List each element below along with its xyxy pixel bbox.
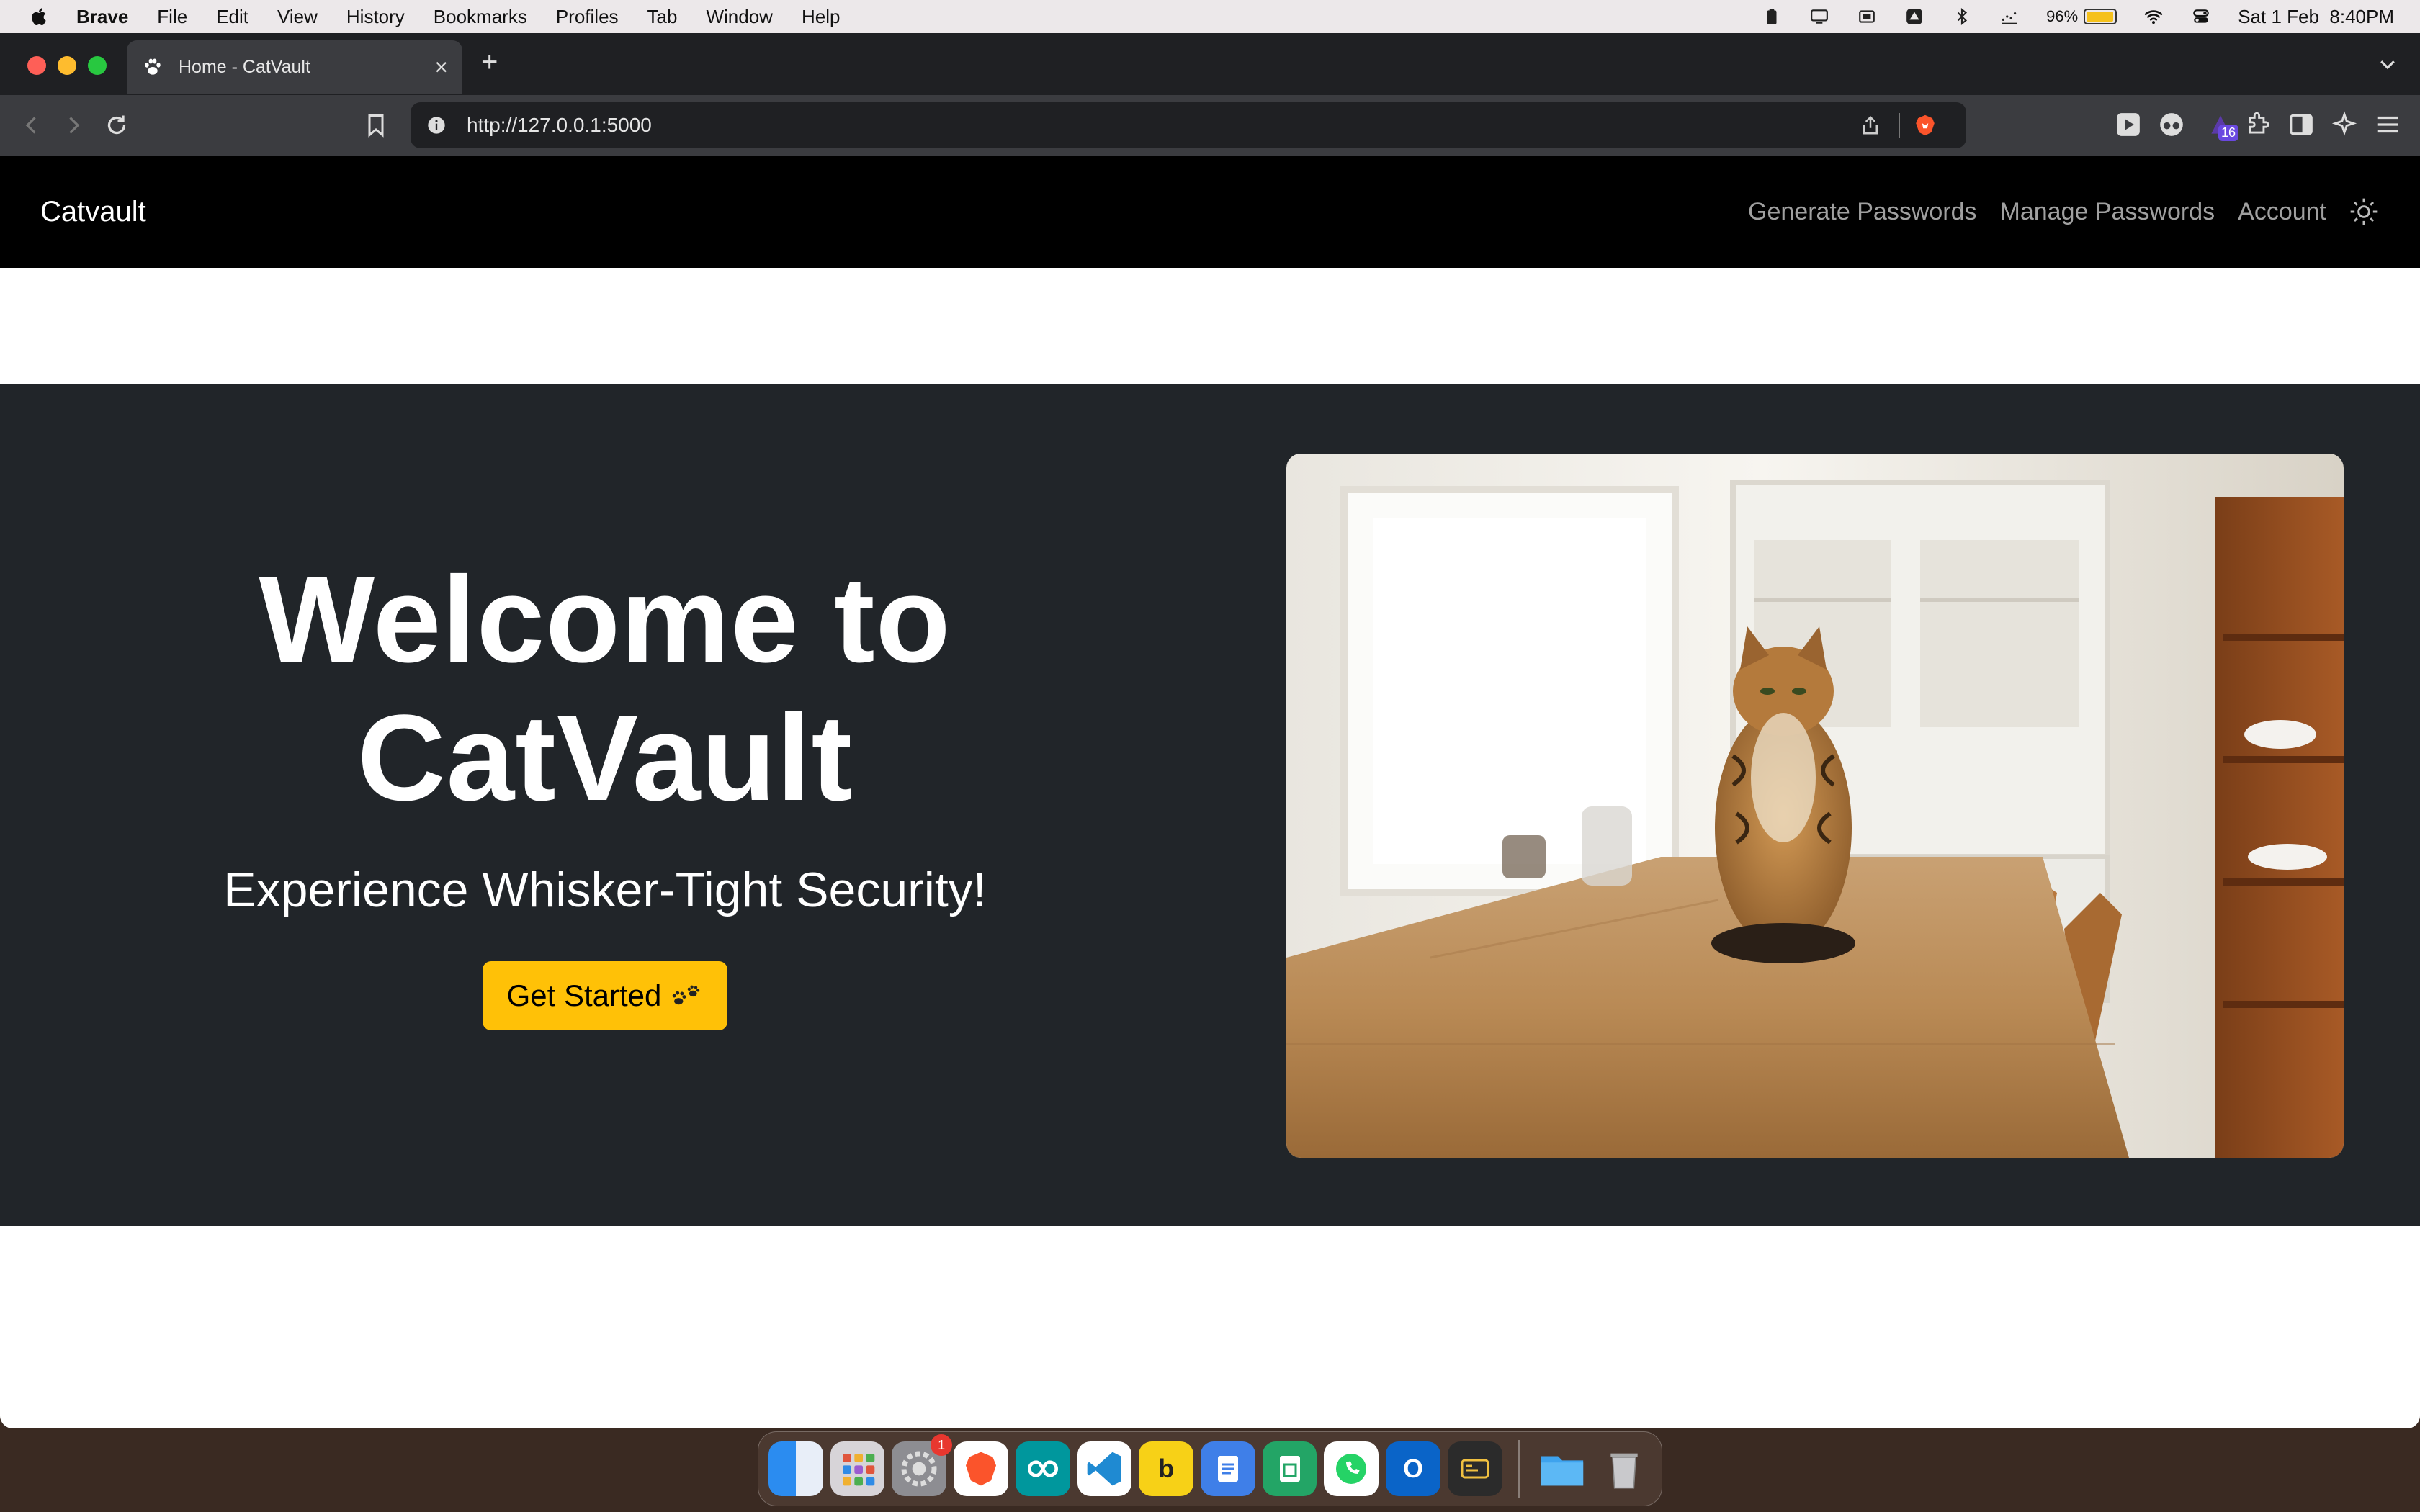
menu-view[interactable]: View bbox=[277, 6, 318, 28]
wifi-icon[interactable] bbox=[2143, 7, 2164, 26]
google-sheets-icon[interactable] bbox=[1262, 1441, 1317, 1496]
close-window-button[interactable] bbox=[27, 56, 46, 75]
hero-title: Welcome to CatVault bbox=[259, 551, 951, 827]
web-page: Catvault Generate Passwords Manage Passw… bbox=[0, 156, 2420, 1428]
menu-help[interactable]: Help bbox=[802, 6, 840, 28]
menubar-status-area: 96% Sat 1 Feb 8:40PM bbox=[1761, 0, 2394, 33]
outlook-icon[interactable]: O bbox=[1386, 1441, 1440, 1496]
google-drive-icon[interactable] bbox=[1904, 7, 1925, 26]
tab-home-catvault[interactable]: Home - CatVault × bbox=[127, 40, 462, 94]
browser-window: Home - CatVault × + http://127.0.0.1:500… bbox=[0, 33, 2420, 1428]
arduino-icon[interactable] bbox=[1015, 1441, 1070, 1496]
bookmark-icon[interactable] bbox=[363, 112, 389, 138]
media-extension-icon[interactable] bbox=[2115, 111, 2142, 138]
site-info-icon[interactable] bbox=[426, 115, 447, 135]
bluetooth-icon[interactable] bbox=[1951, 7, 1973, 26]
reload-icon[interactable] bbox=[104, 112, 130, 138]
theme-toggle-sun-icon[interactable] bbox=[2348, 196, 2380, 228]
incognito-extension-icon[interactable] bbox=[2158, 111, 2185, 138]
apple-menu-icon[interactable] bbox=[29, 6, 50, 27]
macos-menubar: Brave File Edit View History Bookmarks P… bbox=[0, 0, 2420, 33]
menu-window[interactable]: Window bbox=[706, 6, 772, 28]
trash-icon[interactable] bbox=[1597, 1441, 1652, 1496]
window-switcher-icon[interactable] bbox=[1856, 7, 1878, 26]
nav-manage-passwords[interactable]: Manage Passwords bbox=[2000, 198, 2215, 226]
folder-icon[interactable] bbox=[1536, 1441, 1590, 1496]
paw-favicon-icon bbox=[145, 58, 161, 75]
share-icon[interactable] bbox=[1860, 113, 1881, 138]
extension-badge: 16 bbox=[2218, 125, 2238, 141]
display-icon[interactable] bbox=[1809, 7, 1830, 26]
address-bar[interactable]: http://127.0.0.1:5000 bbox=[411, 102, 1966, 148]
sidebar-toggle-icon[interactable] bbox=[2287, 111, 2315, 138]
nav-account[interactable]: Account bbox=[2238, 198, 2326, 226]
brave-icon[interactable] bbox=[954, 1441, 1008, 1496]
menu-tab[interactable]: Tab bbox=[647, 6, 678, 28]
window-controls bbox=[27, 56, 107, 75]
wizard-extension-icon[interactable]: 16 bbox=[2207, 111, 2238, 141]
menu-file[interactable]: File bbox=[157, 6, 187, 28]
hero-title-line2: CatVault bbox=[357, 690, 853, 827]
macos-dock: 1 b O bbox=[758, 1431, 1662, 1506]
menu-history[interactable]: History bbox=[346, 6, 405, 28]
hamburger-menu-icon[interactable] bbox=[2374, 111, 2401, 138]
launchpad-icon[interactable] bbox=[830, 1441, 885, 1496]
site-brand[interactable]: Catvault bbox=[40, 196, 146, 228]
tab-search-chevron-icon[interactable] bbox=[2377, 53, 2398, 75]
hero-title-line1: Welcome to bbox=[259, 552, 951, 688]
vscode-icon[interactable] bbox=[1077, 1441, 1132, 1496]
url-text[interactable]: http://127.0.0.1:5000 bbox=[467, 114, 1860, 137]
menu-profiles[interactable]: Profiles bbox=[556, 6, 619, 28]
close-tab-icon[interactable]: × bbox=[434, 54, 448, 81]
control-center-icon[interactable] bbox=[2190, 7, 2212, 26]
battery-percent: 96% bbox=[2046, 7, 2079, 25]
hero-cat-image bbox=[1286, 454, 2344, 1158]
browser-toolbar: http://127.0.0.1:5000 16 bbox=[0, 95, 2420, 156]
extensions-puzzle-icon[interactable] bbox=[2244, 111, 2272, 138]
dock-separator bbox=[1518, 1440, 1520, 1498]
battery-fill bbox=[2087, 12, 2113, 22]
terminal-icon[interactable] bbox=[1447, 1441, 1502, 1496]
finder-icon[interactable] bbox=[768, 1441, 823, 1496]
menu-edit[interactable]: Edit bbox=[216, 6, 248, 28]
bing-icon[interactable]: b bbox=[1139, 1441, 1194, 1496]
back-icon[interactable] bbox=[19, 112, 45, 138]
battery-indicator[interactable]: 96% bbox=[2046, 7, 2118, 26]
tab-bar: Home - CatVault × + bbox=[0, 33, 2420, 95]
system-settings-icon[interactable]: 1 bbox=[892, 1434, 953, 1496]
new-tab-icon[interactable]: + bbox=[481, 46, 498, 78]
minimize-window-button[interactable] bbox=[58, 56, 76, 75]
activity-icon[interactable] bbox=[1999, 7, 2020, 26]
get-started-label: Get Started bbox=[506, 978, 662, 1012]
hero-section: Welcome to CatVault Experience Whisker-T… bbox=[0, 384, 2420, 1226]
hero-subtitle: Experience Whisker-Tight Security! bbox=[223, 863, 987, 917]
get-started-button[interactable]: Get Started bbox=[482, 961, 728, 1030]
google-docs-icon[interactable] bbox=[1201, 1441, 1255, 1496]
menu-bookmarks[interactable]: Bookmarks bbox=[434, 6, 527, 28]
leo-ai-icon[interactable] bbox=[2331, 111, 2358, 138]
menu-app-name[interactable]: Brave bbox=[76, 6, 128, 28]
nav-generate-passwords[interactable]: Generate Passwords bbox=[1748, 198, 1977, 226]
tab-title: Home - CatVault bbox=[179, 56, 310, 77]
settings-badge: 1 bbox=[931, 1434, 953, 1456]
address-bar-divider bbox=[1899, 113, 1900, 138]
battery-icon bbox=[2084, 9, 2118, 24]
forward-icon[interactable] bbox=[60, 112, 86, 138]
clipboard-icon[interactable] bbox=[1761, 7, 1783, 26]
paw-prints-icon bbox=[673, 985, 700, 1005]
menubar-clock[interactable]: Sat 1 Feb 8:40PM bbox=[2238, 6, 2394, 28]
site-navbar: Catvault Generate Passwords Manage Passw… bbox=[0, 156, 2420, 268]
whatsapp-icon[interactable] bbox=[1324, 1441, 1379, 1496]
brave-shields-icon[interactable] bbox=[1913, 112, 1937, 139]
zoom-window-button[interactable] bbox=[88, 56, 107, 75]
hero-text-column: Welcome to CatVault Experience Whisker-T… bbox=[0, 384, 1210, 1226]
nav-links: Generate Passwords Manage Passwords Acco… bbox=[1725, 156, 2380, 268]
